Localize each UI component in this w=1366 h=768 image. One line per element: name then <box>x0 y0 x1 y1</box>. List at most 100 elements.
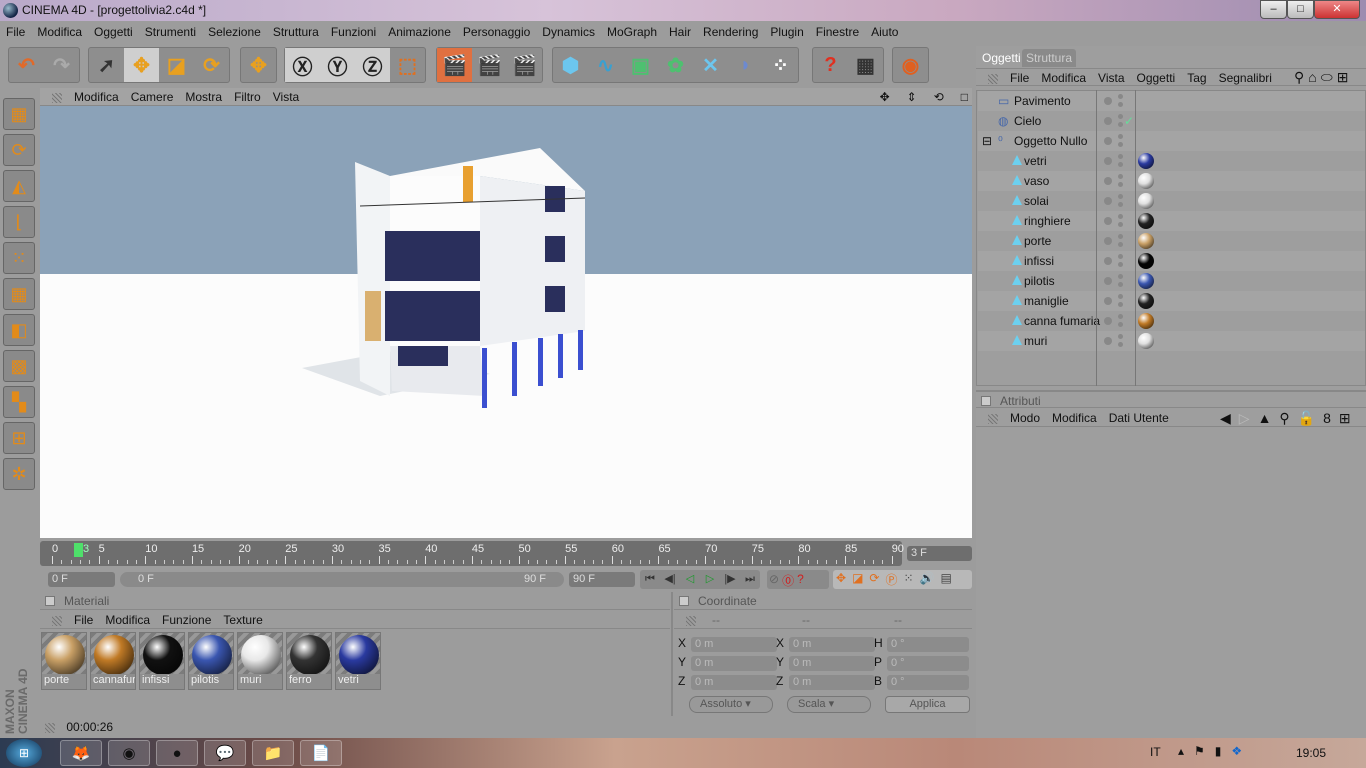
array-button[interactable]: ✿ <box>658 48 693 82</box>
visibility-dot[interactable] <box>1104 297 1112 305</box>
viewport-menu-modifica[interactable]: Modifica <box>74 90 119 104</box>
material-swatch[interactable]: vetri <box>335 632 381 690</box>
key-points-icon[interactable]: ⁙ <box>903 571 913 588</box>
object-row[interactable]: canna fumaria <box>978 311 1365 331</box>
render-dot[interactable] <box>1118 134 1123 139</box>
close-button[interactable]: ✕ <box>1314 0 1360 19</box>
visibility-dot[interactable] <box>1104 137 1112 145</box>
visibility-dot[interactable] <box>1104 237 1112 245</box>
panel-toggle[interactable] <box>45 596 55 606</box>
menu-plugin[interactable]: Plugin <box>770 25 803 39</box>
render-settings-button[interactable]: 🎬 <box>507 48 542 82</box>
maximize-button[interactable]: □ <box>1287 0 1314 19</box>
visibility-dot[interactable] <box>1104 277 1112 285</box>
material-swatch[interactable]: infissi <box>139 632 185 690</box>
object-row[interactable]: ▭ Pavimento <box>978 91 1365 111</box>
editor-dot[interactable] <box>1118 122 1123 127</box>
material-tag[interactable] <box>1138 153 1154 169</box>
render-dot[interactable] <box>1118 274 1123 279</box>
maximize-view-icon[interactable]: □ <box>961 88 968 106</box>
material-tag[interactable] <box>1138 253 1154 269</box>
undo-button[interactable]: ↶ <box>9 48 44 82</box>
material-tag[interactable] <box>1138 313 1154 329</box>
coord-field-z[interactable]: 0 m <box>691 675 777 690</box>
viewport-menu-vista[interactable]: Vista <box>273 90 299 104</box>
minimize-button[interactable]: – <box>1260 0 1287 19</box>
menu-mograph[interactable]: MoGraph <box>607 25 657 39</box>
deformer-button[interactable]: ✕ <box>693 48 728 82</box>
new-window-icon[interactable]: ⊞ <box>1337 68 1349 86</box>
attributes-menu-modo[interactable]: Modo <box>1010 411 1040 425</box>
expand-toggle-icon[interactable]: ⊟ <box>982 131 992 151</box>
menu-hair[interactable]: Hair <box>669 25 691 39</box>
timeline-ruler[interactable]: 0 5 10 15 20 25 30 35 40 45 50 55 60 65 70 75 80 85 90 3 <box>40 541 904 566</box>
visibility-dot[interactable] <box>1104 337 1112 345</box>
editor-dot[interactable] <box>1118 342 1123 347</box>
layout-button[interactable]: ▦ <box>3 98 35 130</box>
z-axis-button[interactable]: Ⓩ <box>355 48 390 82</box>
apply-button[interactable]: Applica <box>885 696 970 713</box>
material-tag[interactable] <box>1138 233 1154 249</box>
panel-toggle[interactable] <box>981 396 991 406</box>
material-swatch[interactable]: muri <box>237 632 283 690</box>
key-param-icon[interactable]: Ⓟ <box>885 571 897 588</box>
material-swatch[interactable]: cannafur <box>90 632 136 690</box>
editor-dot[interactable] <box>1118 242 1123 247</box>
autokey-icon[interactable]: ? <box>797 572 804 587</box>
render-dot[interactable] <box>1118 94 1123 99</box>
attributes-menu-modifica[interactable]: Modifica <box>1052 411 1097 425</box>
editor-dot[interactable] <box>1118 262 1123 267</box>
editor-dot[interactable] <box>1118 322 1123 327</box>
material-tag[interactable] <box>1138 213 1154 229</box>
cinema4d-taskbar-button[interactable]: ● <box>156 740 198 766</box>
play-backward-icon[interactable]: ◁ <box>680 570 700 589</box>
menu-file[interactable]: File <box>6 25 25 39</box>
chat-taskbar-button[interactable]: 💬 <box>204 740 246 766</box>
render-dot[interactable] <box>1118 314 1123 319</box>
tab-oggetti[interactable]: Oggetti <box>978 49 1025 67</box>
materials-menu-file[interactable]: File <box>74 613 93 627</box>
web-button[interactable]: ◉ <box>893 48 928 82</box>
current-frame-field[interactable]: 3 F <box>907 546 972 561</box>
explorer-taskbar-button[interactable]: 📁 <box>252 740 294 766</box>
previous-key-icon[interactable]: ◀| <box>660 570 680 589</box>
render-dot[interactable] <box>1118 154 1123 159</box>
spline-pen-button[interactable]: ∿ <box>588 48 623 82</box>
editor-dot[interactable] <box>1118 302 1123 307</box>
viewport-menu-camere[interactable]: Camere <box>131 90 174 104</box>
redo-button[interactable]: ↷ <box>44 48 79 82</box>
object-row[interactable]: porte <box>978 231 1365 251</box>
coord-field-x[interactable]: 0 m <box>789 637 875 652</box>
render-dot[interactable] <box>1118 174 1123 179</box>
material-swatch[interactable]: pilotis <box>188 632 234 690</box>
menu-struttura[interactable]: Struttura <box>273 25 319 39</box>
render-dot[interactable] <box>1118 254 1123 259</box>
object-row[interactable]: pilotis <box>978 271 1365 291</box>
environment-button[interactable]: ◗ <box>728 48 763 82</box>
menu-personaggio[interactable]: Personaggio <box>463 25 530 39</box>
link-icon[interactable]: 8 <box>1323 409 1331 427</box>
object-row[interactable]: vaso <box>978 171 1365 191</box>
sound-icon[interactable]: 🔊 <box>920 571 935 588</box>
coord-field-z[interactable]: 0 m <box>789 675 875 690</box>
action-center-flag-icon[interactable]: ⚑ <box>1194 744 1205 758</box>
menu-funzioni[interactable]: Funzioni <box>331 25 376 39</box>
chrome-taskbar-button[interactable]: ◉ <box>108 740 150 766</box>
go-to-end-icon[interactable]: ⏭ <box>740 570 760 589</box>
scale-mode-dropdown[interactable]: Scala ▾ <box>787 696 871 713</box>
object-row[interactable]: ◍ Cielo ✓ <box>978 111 1365 131</box>
editor-dot[interactable] <box>1118 282 1123 287</box>
objects-menu-tag[interactable]: Tag <box>1187 71 1206 85</box>
keyframe-icon[interactable]: ⊘ <box>769 572 779 587</box>
editor-dot[interactable] <box>1118 202 1123 207</box>
coord-field-p[interactable]: 0 ° <box>887 656 969 671</box>
render-view-button[interactable]: 🎬 <box>437 48 472 82</box>
objects-menu-vista[interactable]: Vista <box>1098 71 1124 85</box>
tab-struttura[interactable]: Struttura <box>1022 49 1077 67</box>
language-indicator[interactable]: IT <box>1150 745 1161 759</box>
sculpt-button[interactable]: ✲ <box>3 458 35 490</box>
pan-icon[interactable]: ✥ <box>880 88 890 106</box>
visibility-dot[interactable] <box>1104 197 1112 205</box>
editor-dot[interactable] <box>1118 102 1123 107</box>
visibility-dot[interactable] <box>1104 97 1112 105</box>
